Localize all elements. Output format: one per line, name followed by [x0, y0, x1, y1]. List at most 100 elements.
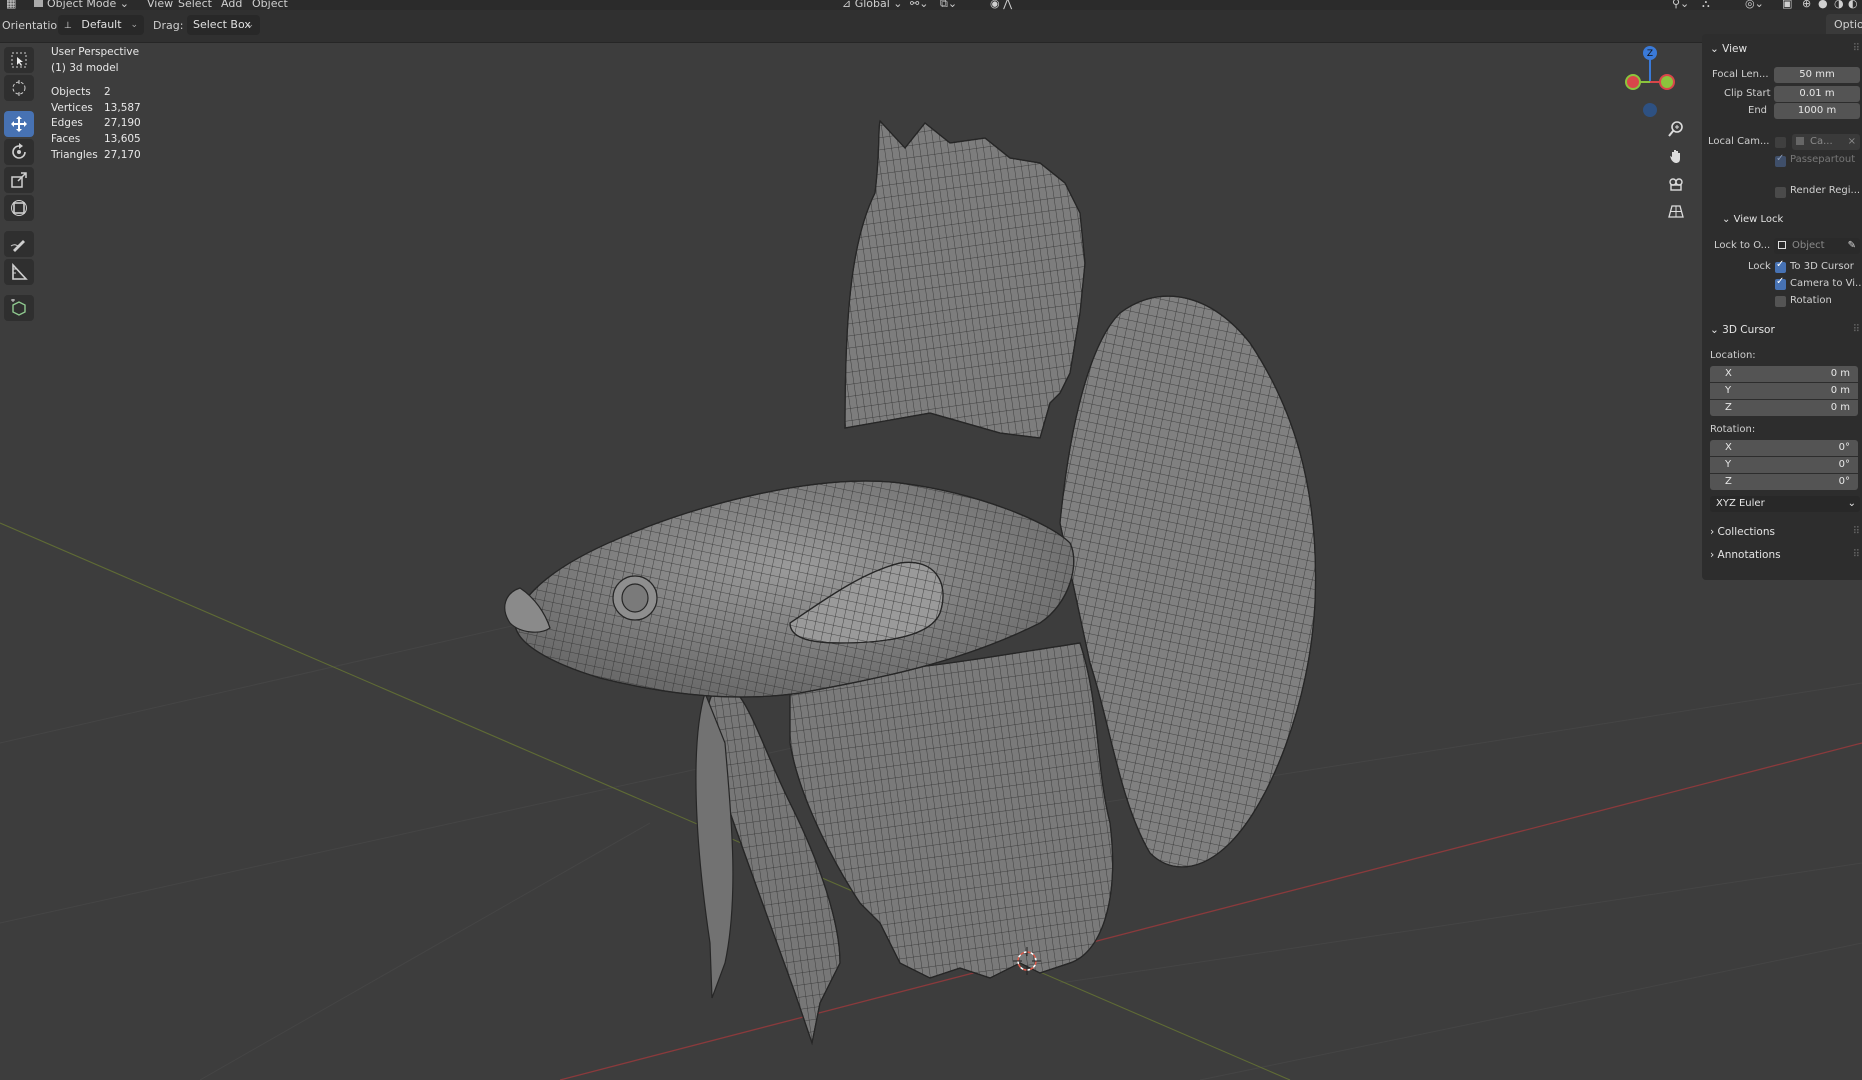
perspective-toggle-icon[interactable] — [1662, 199, 1690, 223]
pan-hand-icon[interactable] — [1662, 144, 1690, 168]
z-axis-label: Z — [1647, 49, 1653, 59]
shading-solid-icon[interactable]: ● — [1818, 0, 1828, 10]
transform-tool[interactable] — [4, 195, 34, 221]
drag-handle-icon[interactable]: ⠿ — [1853, 549, 1860, 560]
move-tool[interactable] — [4, 111, 34, 137]
shading-wireframe-icon[interactable]: ⊕ — [1802, 0, 1811, 10]
camera-view-icon[interactable] — [1662, 172, 1690, 196]
view-lock-header[interactable]: ⌄ View Lock — [1722, 214, 1783, 225]
drag-handle-icon[interactable]: ⠿ — [1853, 43, 1860, 54]
object-mode-icon — [34, 0, 43, 7]
clip-end-field[interactable]: 1000 m — [1774, 103, 1860, 119]
clip-end-label: End — [1748, 105, 1768, 116]
pivot-icon[interactable]: ⚯⌄ — [910, 0, 928, 10]
scene-statistics: Objects 2 Vertices 13,587 Edges 27,190 Face… — [51, 85, 141, 163]
xray-icon[interactable]: ▣ — [1782, 0, 1792, 10]
chevron-down-icon: ⌄ — [119, 0, 130, 10]
clip-start-field[interactable]: 0.01 m — [1774, 86, 1860, 102]
options-tab[interactable]: Optio — [1826, 14, 1862, 36]
navigation-gizmo[interactable]: Z — [1615, 45, 1685, 120]
measure-tool[interactable] — [4, 259, 34, 285]
stat-row: Objects 2 — [51, 86, 111, 98]
stat-row: Triangles 27,170 — [51, 148, 141, 161]
add-cube-tool[interactable] — [4, 295, 34, 321]
rotation-label: Rotation: — [1710, 424, 1756, 435]
cursor-rotation-y-field[interactable]: Y 0° — [1710, 457, 1858, 473]
local-camera-label: Local Cam... — [1708, 136, 1770, 147]
cursor-location-y-field[interactable]: Y0 m — [1710, 383, 1858, 399]
3d-cursor-section-header[interactable]: ⌄ 3D Cursor — [1710, 324, 1775, 336]
local-camera-checkbox[interactable] — [1775, 137, 1786, 148]
focal-length-label: Focal Len... — [1712, 69, 1769, 80]
overlay-toggle-icon[interactable]: ◎⌄ — [1745, 0, 1764, 10]
lock-rotation-checkbox[interactable] — [1775, 296, 1786, 307]
drag-handle-icon[interactable]: ⠿ — [1853, 526, 1860, 537]
rotation-mode-dropdown[interactable]: XYZ Euler ⌄ — [1710, 496, 1860, 512]
menu-object[interactable]: Object — [252, 0, 288, 10]
chevron-down-icon: ⌄ — [1710, 324, 1719, 336]
lock-label: Lock — [1748, 261, 1771, 272]
menu-select[interactable]: Select — [178, 0, 212, 10]
chevron-down-icon: ⌄ — [1722, 214, 1731, 225]
neg-z-axis-icon — [1643, 103, 1657, 117]
viewport-info: User Perspective (1) 3d model — [51, 44, 139, 76]
chevron-right-icon: › — [1710, 549, 1715, 561]
transform-orientation-dropdown[interactable]: ⊿ Global ⌄ — [842, 0, 903, 10]
cursor-rotation-z-field[interactable]: Z 0° — [1710, 474, 1858, 490]
orientation-dropdown[interactable]: ⊥ Default ⌄ — [58, 15, 144, 35]
cursor-location-x-field[interactable]: X0 m — [1710, 366, 1858, 382]
viewport-scene — [0, 119, 1862, 1080]
shading-rendered-icon[interactable]: ◐ — [1848, 0, 1858, 10]
transform-icon — [11, 200, 27, 216]
render-region-checkbox[interactable] — [1775, 187, 1786, 198]
shading-material-icon[interactable]: ◑ — [1834, 0, 1844, 10]
rotate-tool[interactable] — [4, 139, 34, 165]
sidebar-panel: ⌄ View ⠿ Focal Len... 50 mm Clip Start 0… — [1702, 34, 1862, 580]
drag-handle-icon[interactable]: ⠿ — [1853, 324, 1860, 335]
snap-icon[interactable]: ⧉⌄ — [940, 0, 957, 10]
cursor-tool[interactable] — [4, 75, 34, 101]
select-box-tool[interactable] — [4, 47, 34, 73]
drag-dropdown[interactable]: Select Box ⌄ — [187, 15, 260, 35]
y-axis-icon — [1625, 74, 1641, 90]
drag-value: Select Box — [193, 18, 251, 31]
zoom-icon[interactable] — [1662, 117, 1690, 141]
view-section-header[interactable]: ⌄ View — [1710, 43, 1747, 55]
cursor-location-z-field[interactable]: Z0 m — [1710, 400, 1858, 416]
visibility-icon[interactable]: ⚲⌄ — [1672, 0, 1689, 10]
ruler-icon — [12, 263, 28, 280]
passepartout-checkbox[interactable] — [1775, 153, 1786, 167]
proportional-edit-icon[interactable]: ◉ ⋀ — [990, 0, 1012, 10]
active-object-label: (1) 3d model — [51, 62, 119, 74]
lock-to-3d-cursor-label: To 3D Cursor — [1790, 261, 1854, 272]
pencil-icon — [10, 240, 25, 252]
camera-to-view-checkbox[interactable] — [1775, 276, 1786, 290]
editor-type-icon[interactable]: ▦ — [6, 0, 16, 10]
3d-viewport[interactable] — [0, 43, 1862, 1080]
passepartout-label: Passepartout — [1790, 154, 1856, 165]
cursor-rotation-x-field[interactable]: X 0° — [1710, 440, 1858, 456]
gizmo-toggle-icon[interactable]: ⛬ — [1702, 0, 1710, 10]
local-camera-field[interactable]: Ca... × — [1792, 134, 1860, 150]
close-icon[interactable]: × — [1848, 134, 1856, 150]
lock-to-3d-cursor-checkbox[interactable] — [1775, 259, 1786, 273]
menu-add[interactable]: Add — [221, 0, 242, 10]
lock-to-object-field[interactable]: Object ✎ — [1774, 238, 1860, 254]
annotations-section-header[interactable]: › Annotations — [1710, 549, 1781, 561]
fish-mesh — [504, 119, 1317, 1046]
select-box-icon — [11, 52, 27, 68]
orientation-axes-icon: ⊥ — [64, 21, 72, 31]
orientation-value: Default — [81, 18, 122, 31]
menu-view[interactable]: View — [147, 0, 173, 10]
focal-length-field[interactable]: 50 mm — [1774, 67, 1860, 83]
mode-dropdown[interactable]: Object Mode ⌄ — [34, 0, 129, 10]
stat-row: Vertices 13,587 — [51, 101, 141, 114]
scale-tool[interactable] — [4, 167, 34, 193]
scale-icon — [11, 172, 27, 188]
x-axis-icon — [1659, 74, 1675, 90]
collections-section-header[interactable]: › Collections — [1710, 526, 1775, 538]
eyedropper-icon[interactable]: ✎ — [1848, 238, 1856, 254]
lock-to-object-label: Lock to O... — [1714, 240, 1771, 251]
annotate-tool[interactable] — [4, 231, 34, 257]
render-region-label: Render Regi... — [1790, 185, 1861, 196]
